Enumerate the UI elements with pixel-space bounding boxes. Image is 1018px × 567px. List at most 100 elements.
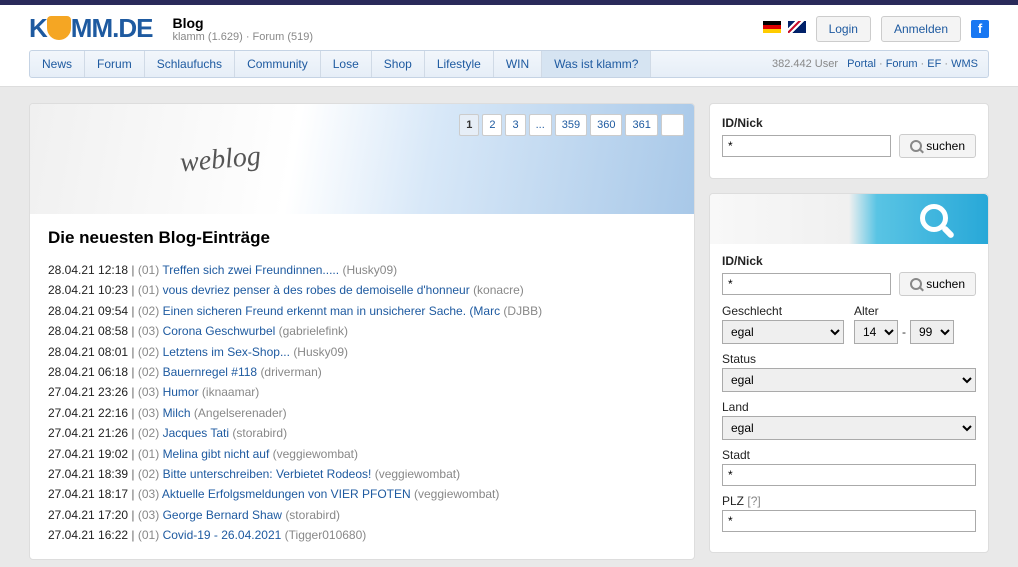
nav-link-portal[interactable]: Portal [847,58,876,70]
plz-input[interactable] [722,510,976,532]
blog-entry: 28.04.21 08:01 | (02) Letztens im Sex-Sh… [48,342,676,362]
login-button[interactable]: Login [816,16,871,42]
nav-item-news[interactable]: News [30,51,85,77]
entry-title-link[interactable]: Milch [163,406,191,420]
entry-title-link[interactable]: Corona Geschwurbel [163,324,276,338]
entry-author: (veggiewombat) [273,447,358,461]
search-banner [710,194,988,244]
page-subtitle: klamm (1.629) · Forum (519) [172,31,313,43]
entry-title-link[interactable]: Einen sicheren Freund erkennt man in uns… [163,304,501,318]
age-from-select[interactable]: 14 [854,320,898,344]
entry-count: (02) [138,365,159,379]
entry-timestamp: 27.04.21 18:17 [48,487,128,501]
page-next[interactable] [661,114,684,136]
page-3[interactable]: 3 [505,114,525,136]
entry-timestamp: 27.04.21 22:16 [48,406,128,420]
entry-author: (Husky09) [342,263,397,277]
page-2[interactable]: 2 [482,114,502,136]
entry-count: (01) [138,447,159,461]
entry-title-link[interactable]: Jacques Tati [163,426,230,440]
blog-entry: 28.04.21 08:58 | (03) Corona Geschwurbel… [48,321,676,341]
nav-item-lose[interactable]: Lose [321,51,372,77]
entry-timestamp: 28.04.21 12:18 [48,263,128,277]
nav-item-win[interactable]: WIN [494,51,542,77]
entry-count: (02) [138,467,159,481]
entry-count: (01) [138,263,159,277]
entry-timestamp: 27.04.21 16:22 [48,528,128,542]
country-label: Land [722,400,976,414]
age-to-select[interactable]: 99 [910,320,954,344]
nav-item-shop[interactable]: Shop [372,51,425,77]
entry-title-link[interactable]: vous devriez penser à des robes de demoi… [163,283,470,297]
flag-de-icon[interactable] [763,21,781,33]
blog-entry: 27.04.21 16:22 | (01) Covid-19 - 26.04.2… [48,525,676,545]
blog-entry: 27.04.21 18:17 | (03) Aktuelle Erfolgsme… [48,484,676,504]
entry-title-link[interactable]: Bitte unterschreiben: Verbietet Rodeos! [163,467,372,481]
nav-link-ef[interactable]: EF [927,58,941,70]
page-title: Blog [172,15,313,31]
blog-entry: 28.04.21 12:18 | (01) Treffen sich zwei … [48,260,676,280]
entry-count: (03) [138,406,159,420]
entry-title-link[interactable]: Aktuelle Erfolgsmeldungen von VIER PFOTE… [162,487,411,501]
nav-link-wms[interactable]: WMS [951,58,978,70]
entry-author: (iknaamar) [202,385,259,399]
page-360[interactable]: 360 [590,114,622,136]
quick-search-box: ID/Nick suchen [709,103,989,179]
blog-heading: Die neuesten Blog-Einträge [48,228,676,248]
blog-entry: 28.04.21 06:18 | (02) Bauernregel #118 (… [48,362,676,382]
city-input[interactable] [722,464,976,486]
nav-link-forum[interactable]: Forum [886,58,918,70]
blog-entry: 27.04.21 17:20 | (03) George Bernard Sha… [48,505,676,525]
bell-icon [47,16,71,40]
page-361[interactable]: 361 [625,114,657,136]
entry-count: (03) [138,385,159,399]
blog-entry: 27.04.21 19:02 | (01) Melina gibt nicht … [48,444,676,464]
plz-label: PLZ [722,494,744,508]
nav-item-schlaufuchs[interactable]: Schlaufuchs [145,51,235,77]
entry-timestamp: 28.04.21 08:58 [48,324,128,338]
search-button[interactable]: suchen [899,134,976,158]
entry-author: (Angelserenader) [194,406,287,420]
gender-label: Geschlecht [722,304,844,318]
blog-entry: 28.04.21 09:54 | (02) Einen sicheren Fre… [48,301,676,321]
country-select[interactable]: egal [722,416,976,440]
page-359[interactable]: 359 [555,114,587,136]
search-icon [910,140,922,152]
entry-author: (Husky09) [293,345,348,359]
nav-item-forum[interactable]: Forum [85,51,145,77]
subsite-link[interactable]: klamm [172,31,204,43]
blog-banner: weblog 123...359360361 [30,104,694,214]
entry-timestamp: 27.04.21 21:26 [48,426,128,440]
gender-select[interactable]: egal [722,320,844,344]
entry-title-link[interactable]: George Bernard Shaw [163,508,282,522]
search-icon [910,278,922,290]
search2-button[interactable]: suchen [899,272,976,296]
flag-en-icon[interactable] [788,21,806,33]
nav-item-community[interactable]: Community [235,51,321,77]
entry-timestamp: 28.04.21 09:54 [48,304,128,318]
entry-count: (02) [138,304,159,318]
advanced-search-box: ID/Nick suchen Geschlecht egal Alter 14 … [709,193,989,553]
signup-button[interactable]: Anmelden [881,16,961,42]
pagination: 123...359360361 [459,114,684,136]
facebook-icon[interactable]: f [971,20,989,38]
entry-title-link[interactable]: Treffen sich zwei Freundinnen..... [162,263,339,277]
entry-title-link[interactable]: Melina gibt nicht auf [163,447,270,461]
site-logo[interactable]: KMM.DE [29,13,152,44]
subforum-link[interactable]: Forum [253,31,285,43]
page-...: ... [529,114,552,136]
blog-entry: 27.04.21 18:39 | (02) Bitte unterschreib… [48,464,676,484]
status-label: Status [722,352,976,366]
status-select[interactable]: egal [722,368,976,392]
entry-title-link[interactable]: Letztens im Sex-Shop... [163,345,290,359]
page-1[interactable]: 1 [459,114,479,136]
idnick2-input[interactable] [722,273,891,295]
entry-title-link[interactable]: Covid-19 - 26.04.2021 [163,528,282,542]
idnick-input[interactable] [722,135,891,157]
entry-count: (02) [138,426,159,440]
nav-item-was-ist-klamm?[interactable]: Was ist klamm? [542,51,651,77]
entry-title-link[interactable]: Bauernregel #118 [163,365,258,379]
entry-title-link[interactable]: Humor [163,385,199,399]
nav-item-lifestyle[interactable]: Lifestyle [425,51,494,77]
entry-count: (03) [138,324,159,338]
